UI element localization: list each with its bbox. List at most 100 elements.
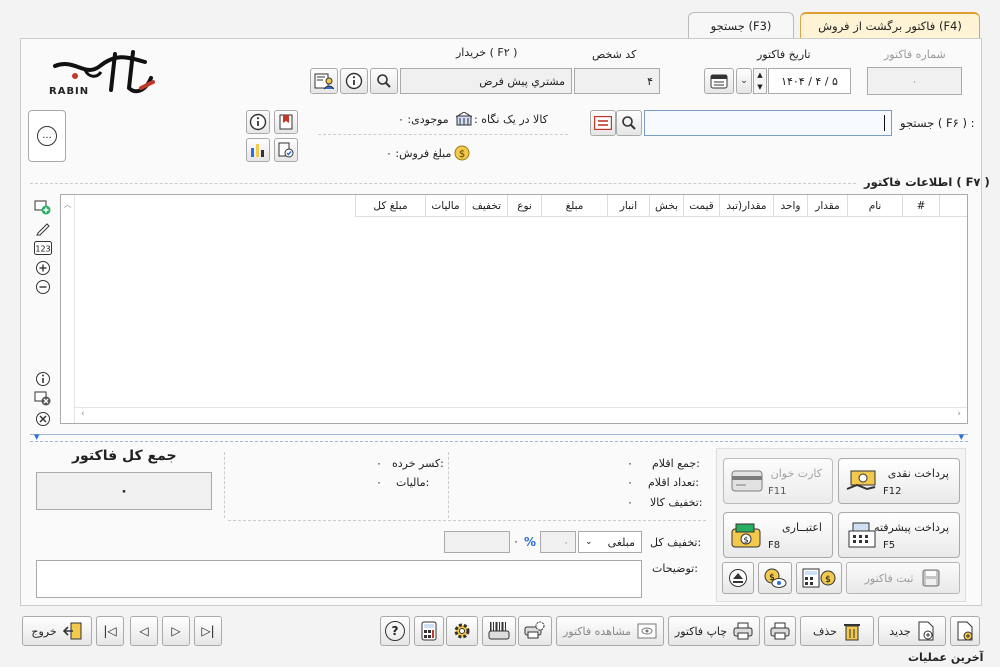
delete-button[interactable]: حذف [800,616,874,646]
chart-button[interactable] [246,138,270,162]
buyer-profile-button[interactable] [310,68,338,94]
product-list-button[interactable] [590,110,616,136]
col-section[interactable]: بخش [649,195,683,217]
more-options-button[interactable]: ... [28,110,66,162]
collapse-arrow-icon-right[interactable]: ▼ [959,433,964,441]
delete-label: حذف [813,624,837,638]
number-123-icon[interactable]: 123 [34,239,52,257]
buyer-search-button[interactable] [370,68,398,94]
gear-icon [452,621,472,641]
spinner-down-icon[interactable]: ▼ [757,83,762,91]
date-dropdown-button[interactable]: ⌄ [736,68,752,94]
calendar-button[interactable] [704,68,734,94]
help-button[interactable]: ? [380,616,410,646]
product-search-button[interactable] [616,110,642,136]
view-invoice-button[interactable]: مشاهده فاکتور [556,616,664,646]
cash-register-icon [845,521,879,551]
invoice-date-field[interactable]: ۱۴۰۴ / ۴ / ۵ [768,68,851,94]
svg-text:$: $ [459,149,465,160]
scroll-left-icon[interactable]: ‹ [81,409,85,419]
vertical-scrollbar[interactable]: ︿ [61,195,75,423]
col-type[interactable]: نوع [507,195,541,217]
bookmark-button[interactable] [274,110,298,134]
new-button[interactable]: جدید [878,616,946,646]
list-icon [594,116,612,130]
col-unit[interactable]: واحد [773,195,807,217]
delete-row-icon[interactable] [34,389,52,407]
cash-payment-key: F12 [883,486,902,497]
date-spinner[interactable]: ▲ ▼ [753,68,767,94]
info-small-button[interactable] [246,110,270,134]
print-invoice-button[interactable]: چاپ فاکتور [668,616,760,646]
barcode-print-button[interactable] [482,616,516,646]
collapse-arrow-icon[interactable]: ▼ [34,433,39,441]
col-amount[interactable]: مبلغ [541,195,607,217]
add-row-icon[interactable] [34,198,52,216]
row-info-icon[interactable] [34,370,52,388]
next-record-button[interactable]: ▷ [162,616,190,646]
svg-text:$: $ [825,575,831,585]
invoice-items-table[interactable]: # نام مقدار واحد مقدار(تبد قیمت بخش انبا… [60,194,968,424]
new-document-button[interactable] [950,616,980,646]
col-price[interactable]: قیمت [683,195,719,217]
first-record-button[interactable]: |◁ [96,616,124,646]
edit-icon[interactable] [34,219,52,237]
notes-field[interactable] [36,560,642,598]
spinner-up-icon[interactable]: ▲ [757,71,762,79]
credit-payment-button[interactable]: اعتبــاری F8 $ [723,512,833,558]
col-tax[interactable]: مالیات [425,195,465,217]
calculator-button[interactable] [414,616,444,646]
previous-record-button[interactable]: ◁ [130,616,158,646]
card-reader-button[interactable]: کارت خوان F11 [723,458,833,504]
calculator-money-button[interactable]: $ [796,562,842,594]
card-reader-icon [730,467,764,497]
scroll-up-icon[interactable]: ︿ [61,199,74,210]
col-index[interactable]: # [902,195,939,217]
tab-return-invoice[interactable]: فاکتور برگشت از فروش (F4) [800,12,980,38]
settings-button[interactable] [446,616,478,646]
col-total[interactable]: مبلغ کل [355,195,425,217]
buyer-field[interactable]: مشتري پيش فرض [400,68,572,94]
tab-return-invoice-label: فاکتور برگشت از فروش (F4) [818,19,962,33]
scroll-right-icon[interactable]: › [957,409,961,419]
col-warehouse[interactable]: انبار [607,195,649,217]
col-name[interactable]: نام [847,195,902,217]
search-input[interactable] [644,110,892,136]
cash-payment-button[interactable]: پرداخت نقدی F12 [838,458,960,504]
tab-search[interactable]: جستجو (F3) [688,12,794,38]
clear-icon[interactable] [34,410,52,428]
eject-button[interactable] [722,562,754,594]
new-file-icon [956,621,974,641]
card-reader-label: کارت خوان [770,467,822,480]
register-invoice-button[interactable]: ثبت فاکتور [846,562,960,594]
discount-type-select[interactable]: ⌄ مبلغی [578,531,642,553]
discount-amount-field[interactable]: ۰ [540,531,576,553]
verify-button[interactable] [274,138,298,162]
printer-icon [733,622,753,640]
last-record-button[interactable]: ▷| [194,616,222,646]
eject-icon [728,568,748,588]
panel-splitter[interactable]: ▼ ▼ [30,433,968,442]
person-card-icon [314,72,334,90]
col-discount[interactable]: تخفیف [465,195,507,217]
goods-discount-value: ۰ [627,496,633,509]
svg-text:$: $ [743,536,748,545]
person-code-field[interactable]: ۴ [574,68,660,94]
print-settings-button[interactable] [518,616,552,646]
discount-value: ۰ [513,535,519,548]
search-icon [621,115,637,131]
invoice-number-field[interactable]: ۰ [867,67,962,95]
view-payment-button[interactable]: $ [758,562,792,594]
advanced-payment-button[interactable]: پرداخت پیشرفته F5 [838,512,960,558]
zoom-out-icon[interactable] [34,278,52,296]
zoom-in-icon[interactable] [34,259,52,277]
more-dots-icon: ... [37,126,57,146]
col-converted-quantity[interactable]: مقدار(تبد [719,195,773,217]
exit-button[interactable]: خروج [22,616,92,646]
col-quantity[interactable]: مقدار [807,195,847,217]
svg-text:123: 123 [35,245,50,254]
print-button[interactable] [764,616,796,646]
cash-payment-label: پرداخت نقدی [887,467,949,480]
horizontal-scrollbar[interactable]: ‹ › [75,407,967,423]
buyer-info-button[interactable] [340,68,368,94]
